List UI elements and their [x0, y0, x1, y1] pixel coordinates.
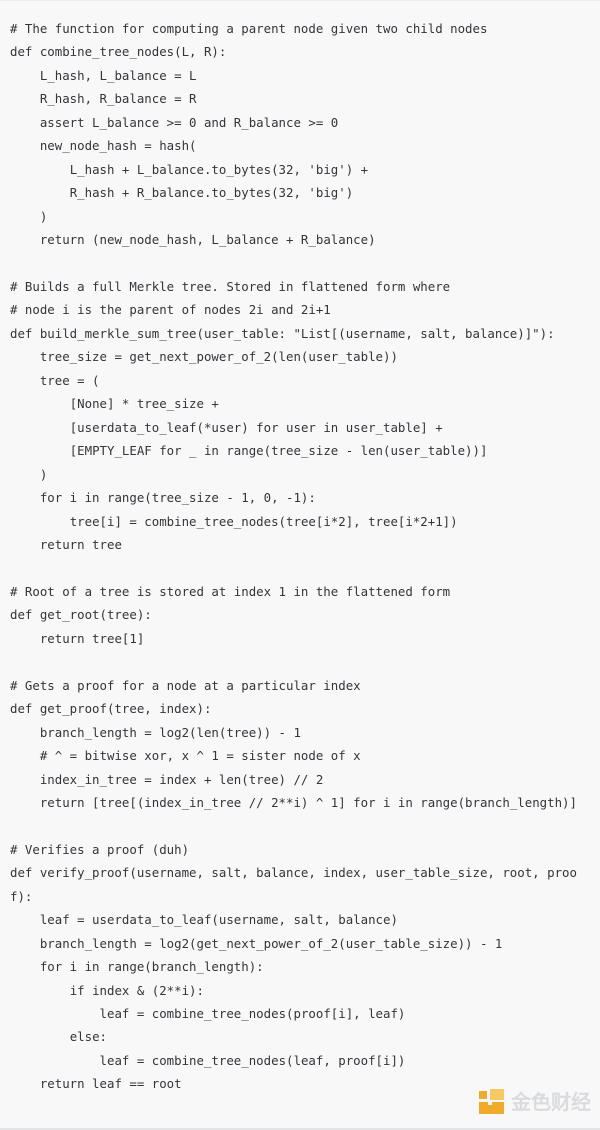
code-snippet-panel: # The function for computing a parent no…: [0, 0, 600, 1130]
python-code-block: # The function for computing a parent no…: [10, 21, 577, 1092]
